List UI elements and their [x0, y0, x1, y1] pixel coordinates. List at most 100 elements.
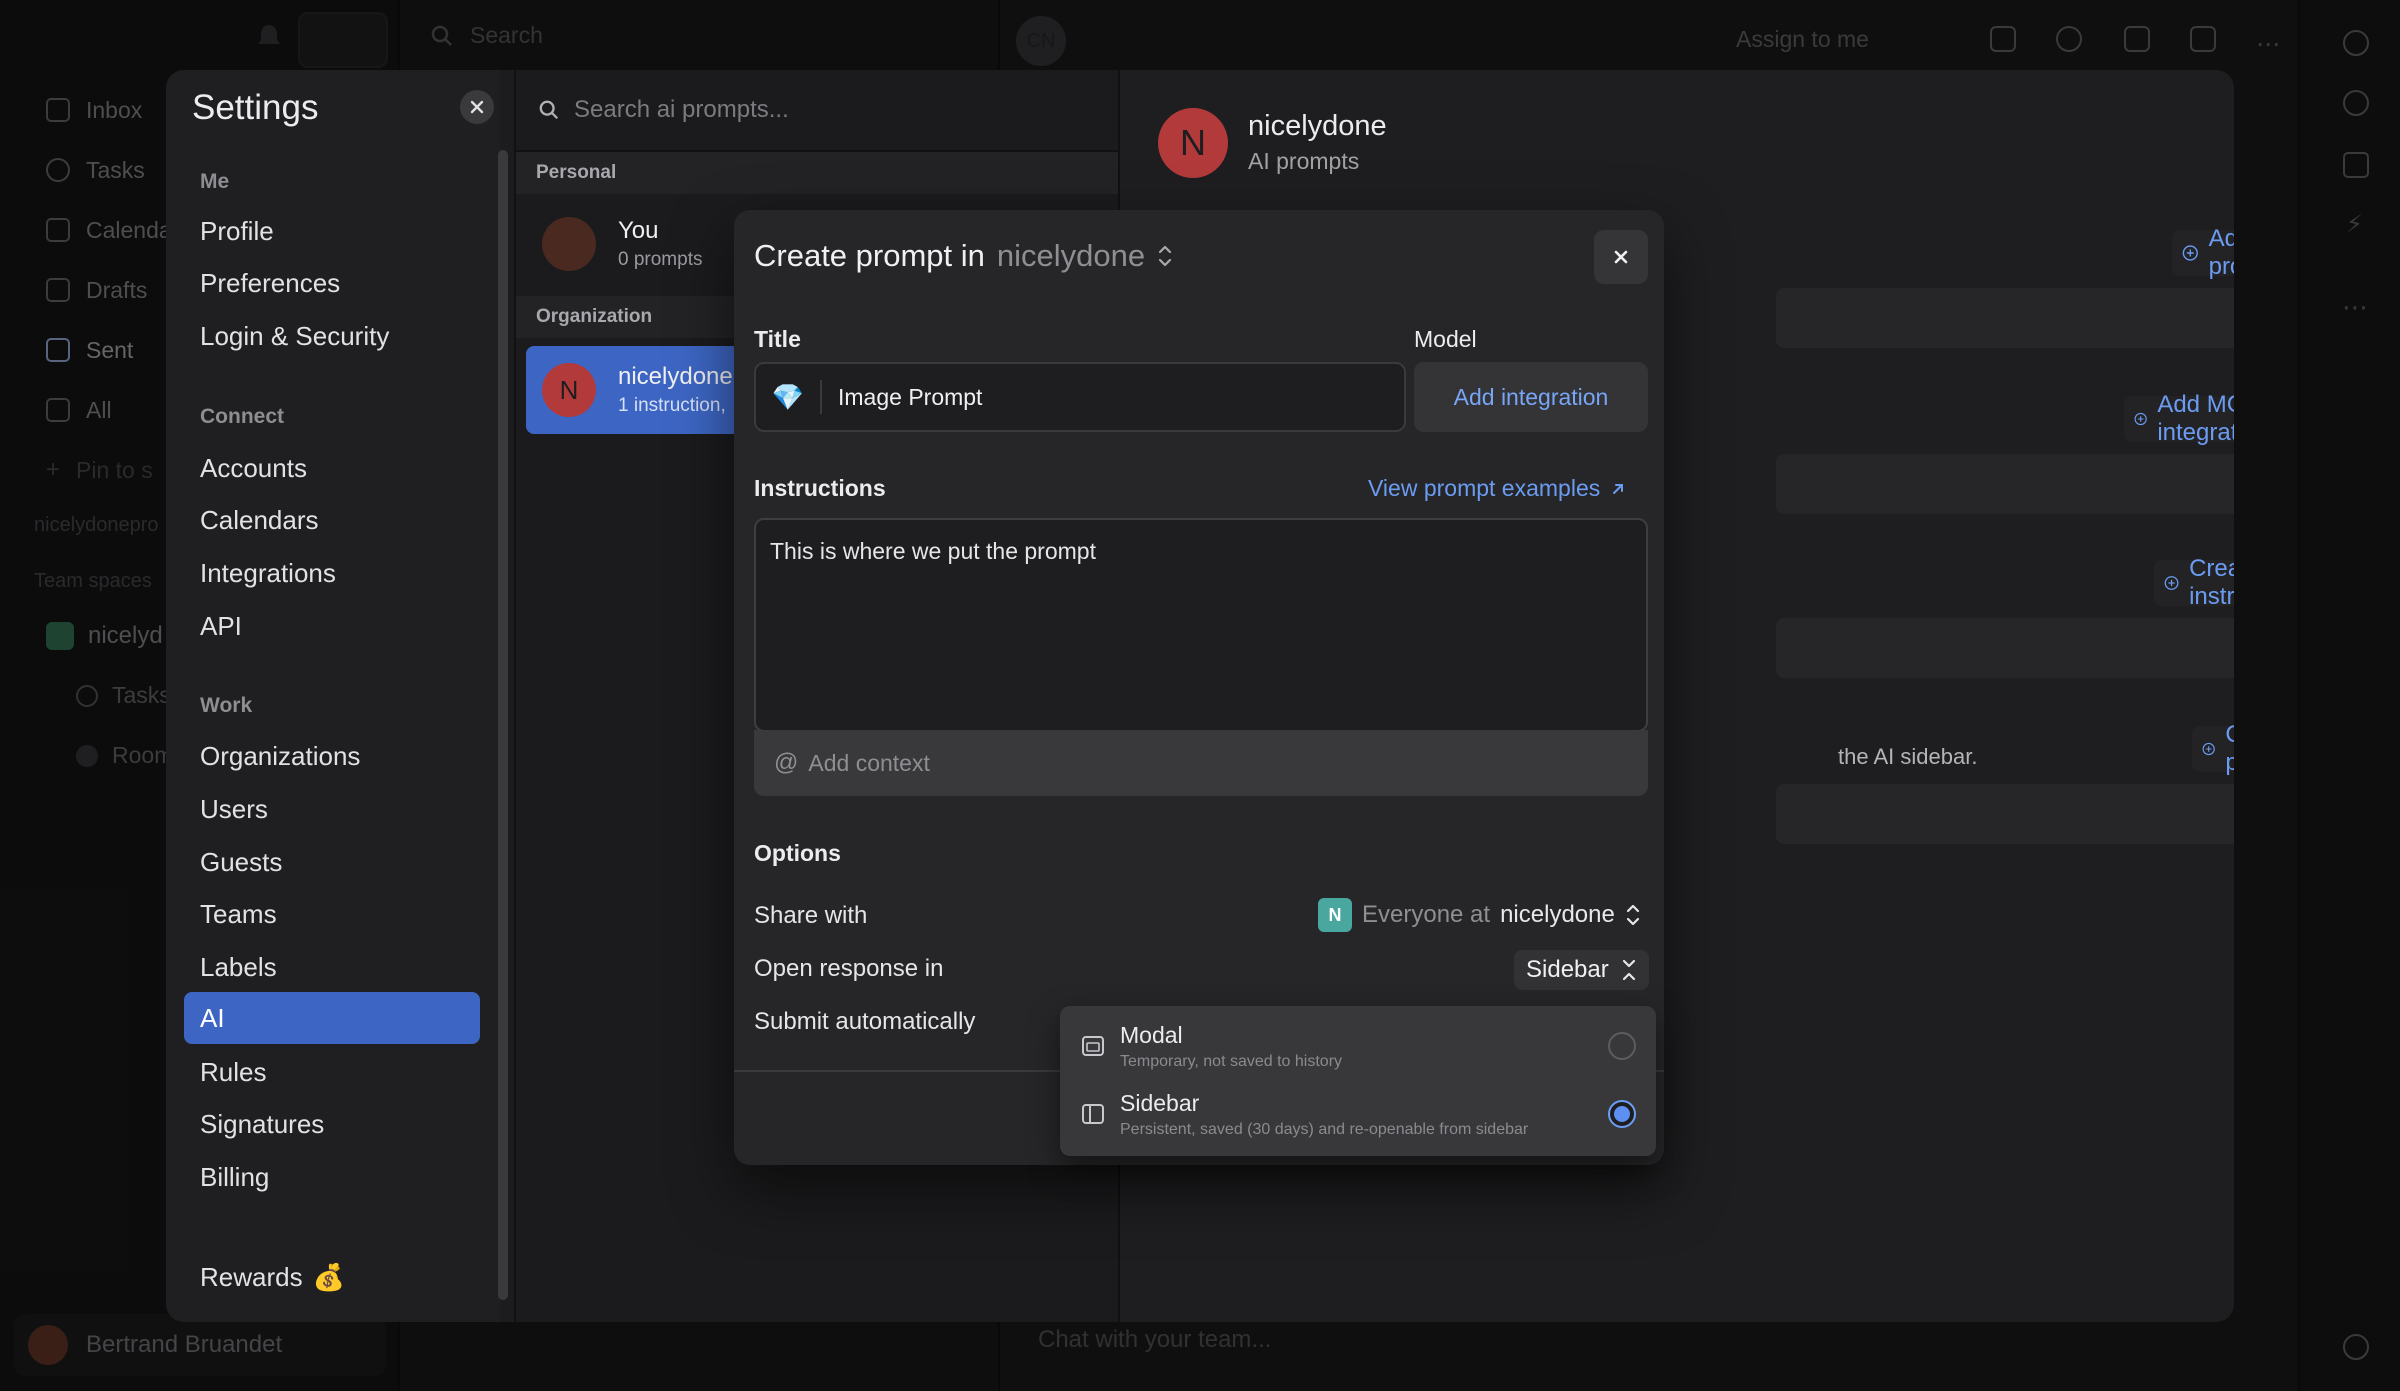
org-badge: N — [1318, 898, 1352, 932]
option-desc: Persistent, saved (30 days) and re-opena… — [1120, 1120, 1529, 1138]
open-response-select[interactable]: Sidebar — [1514, 950, 1649, 990]
title-label: Title — [754, 326, 801, 352]
share-with-select[interactable]: N Everyone at nicelydone — [1318, 898, 1641, 932]
add-provider-button[interactable]: Add provider — [2172, 225, 2234, 280]
settings-item-labels[interactable]: Labels — [184, 941, 480, 993]
settings-item-guests[interactable]: Guests — [184, 836, 480, 888]
add-mcp-integration-button[interactable]: Add MCP integration — [2124, 391, 2234, 446]
sidebar-icon — [1082, 1104, 1104, 1124]
chevron-updown-icon[interactable] — [1157, 243, 1173, 269]
radio-sidebar[interactable] — [1608, 1100, 1636, 1128]
settings-item-users[interactable]: Users — [184, 783, 480, 835]
open-response-value: Sidebar — [1526, 956, 1609, 983]
section-connect: Connect — [200, 405, 284, 428]
dialog-title: Create prompt in nicelydone — [754, 238, 1173, 274]
dialog-title-text: Create prompt in — [754, 238, 985, 273]
create-instruction-button[interactable]: Create instruction — [2154, 555, 2234, 610]
settings-item-integrations[interactable]: Integrations — [184, 547, 480, 599]
group-header-personal: Personal — [516, 152, 1120, 194]
options-label: Options — [754, 840, 841, 866]
button-label: Create prompt — [2225, 721, 2234, 776]
close-icon — [470, 100, 484, 114]
add-integration-button[interactable]: Add integration — [1414, 362, 1648, 432]
list-item-sub: 0 prompts — [618, 249, 703, 270]
settings-item-calendars[interactable]: Calendars — [184, 494, 480, 546]
chevron-collapse-icon — [1622, 959, 1635, 981]
plus-circle-icon — [2164, 576, 2179, 590]
settings-item-signatures[interactable]: Signatures — [184, 1098, 480, 1150]
create-prompt-button[interactable]: Create prompt — [2192, 721, 2234, 776]
workspace-selector[interactable]: nicelydone — [997, 238, 1145, 274]
plus-circle-icon — [2134, 412, 2147, 426]
money-bag-icon: 💰 — [312, 1262, 345, 1292]
org-header: N nicelydone AI prompts — [1130, 78, 2234, 198]
share-with-label: Share with — [754, 902, 868, 929]
prompt-list — [1776, 784, 2234, 844]
settings-item-profile[interactable]: Profile — [184, 205, 480, 257]
org-subtitle: AI prompts — [1248, 148, 1360, 174]
mcp-list — [1776, 454, 2234, 514]
settings-item-rewards[interactable]: Rewards 💰 — [200, 1262, 345, 1293]
button-label: Create instruction — [2189, 555, 2234, 610]
external-link-icon — [1613, 483, 1624, 494]
button-label: Add provider — [2208, 225, 2234, 280]
list-item-name: You — [618, 217, 659, 244]
window-icon — [1082, 1036, 1104, 1056]
list-item-sub: 1 instruction, — [618, 395, 726, 416]
open-response-dropdown: Modal Temporary, not saved to history Si… — [1060, 1006, 1656, 1156]
radio-modal[interactable] — [1608, 1032, 1636, 1060]
section-work: Work — [200, 694, 253, 717]
dialog-close-button[interactable] — [1594, 230, 1648, 284]
section-me: Me — [200, 170, 230, 193]
chevron-updown-icon — [1626, 904, 1639, 926]
settings-item-billing[interactable]: Billing — [184, 1151, 480, 1203]
model-label: Model — [1414, 326, 1477, 352]
settings-item-preferences[interactable]: Preferences — [184, 257, 480, 309]
list-item-name: nicelydone — [618, 363, 733, 390]
settings-nav: Settings Me Profile Preferences Login & … — [166, 70, 500, 1322]
submit-automatically-label: Submit automatically — [754, 1008, 976, 1035]
share-org: nicelydone — [1500, 901, 1615, 928]
settings-item-rules[interactable]: Rules — [184, 1046, 480, 1098]
gem-icon: 💎 — [771, 381, 805, 412]
option-sidebar[interactable]: Sidebar Persistent, saved (30 days) and … — [1060, 1080, 1656, 1148]
org-initial: N — [559, 374, 579, 405]
ai-sidebar-note: the AI sidebar. — [1838, 744, 1978, 769]
title-field[interactable]: 💎 — [754, 362, 1406, 432]
option-title: Sidebar — [1120, 1089, 1200, 1116]
prompts-search[interactable]: Search ai prompts... — [538, 96, 789, 124]
org-avatar: N — [542, 363, 596, 417]
option-desc: Temporary, not saved to history — [1120, 1052, 1343, 1070]
settings-item-api[interactable]: API — [184, 600, 480, 652]
view-prompt-examples-link[interactable]: View prompt examples — [1368, 475, 1626, 502]
settings-item-accounts[interactable]: Accounts — [184, 442, 480, 494]
close-icon — [1614, 250, 1628, 264]
org-name: nicelydone — [1248, 110, 1387, 142]
org-initial: N — [1180, 122, 1206, 163]
avatar — [542, 217, 596, 271]
settings-item-organizations[interactable]: Organizations — [184, 730, 480, 782]
settings-nav-scrollbar[interactable] — [498, 150, 508, 1300]
instructions-textarea[interactable]: This is where we put the prompt — [754, 518, 1648, 732]
share-prefix: Everyone at — [1362, 901, 1491, 928]
open-response-label: Open response in — [754, 955, 944, 982]
button-label: Add MCP integration — [2157, 391, 2234, 446]
search-icon — [539, 100, 559, 120]
add-context-button[interactable]: @ Add context — [754, 730, 1648, 796]
option-title: Modal — [1120, 1021, 1183, 1048]
option-modal[interactable]: Modal Temporary, not saved to history — [1060, 1012, 1656, 1080]
instruction-list — [1776, 618, 2234, 678]
plus-circle-icon — [2182, 245, 2198, 261]
plus-circle-icon — [2202, 742, 2215, 756]
settings-item-teams[interactable]: Teams — [184, 888, 480, 940]
settings-item-login-security[interactable]: Login & Security — [184, 310, 480, 362]
prompts-search-placeholder: Search ai prompts... — [574, 96, 789, 123]
rewards-label: Rewards — [200, 1262, 303, 1292]
at-sign-icon: @ — [774, 749, 799, 776]
instructions-label: Instructions — [754, 475, 886, 501]
settings-item-ai[interactable]: AI — [184, 992, 480, 1044]
org-avatar: N — [1158, 108, 1228, 178]
settings-close-button[interactable] — [460, 90, 494, 124]
emoji-picker[interactable]: 💎 — [756, 380, 822, 414]
title-input[interactable] — [838, 383, 1378, 411]
